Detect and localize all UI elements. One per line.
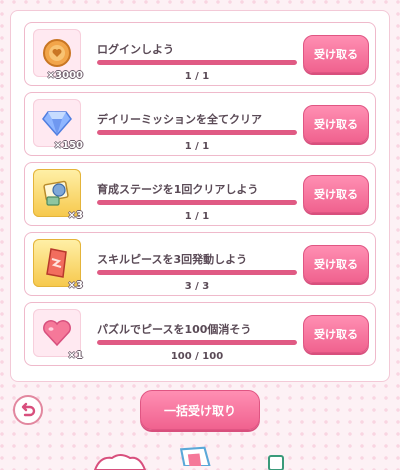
mission-row: ×3 スキルピースを3回発動しよう 3 / 3 受け取る (24, 232, 376, 296)
progress-bar (97, 60, 297, 65)
heart-icon (43, 320, 71, 347)
progress-text: 100 / 100 (170, 351, 224, 362)
reward-icon-box: ×150 (33, 99, 83, 151)
mission-title: パズルでピースを100個消そう (97, 323, 252, 336)
progress-bar (97, 340, 297, 345)
back-arrow-icon (21, 402, 36, 417)
claim-button[interactable]: 受け取る (303, 105, 369, 143)
mission-title: 育成ステージを1回クリアしよう (97, 183, 259, 196)
mission-row: ×3000 ログインしよう 1 / 1 受け取る (24, 22, 376, 86)
claim-button[interactable]: 受け取る (303, 35, 369, 73)
bottom-nav-icon[interactable] (266, 450, 286, 470)
reward-quantity: ×3 (67, 280, 83, 291)
claim-button[interactable]: 受け取る (303, 245, 369, 283)
mission-row: ×150 デイリーミッションを全てクリア 1 / 1 受け取る (24, 92, 376, 156)
mission-title: デイリーミッションを全てクリア (97, 113, 262, 126)
bottom-nav-icon[interactable] (172, 446, 222, 466)
reward-quantity: ×1 (67, 350, 83, 361)
mission-title: スキルピースを3回発動しよう (97, 253, 248, 266)
reward-icon-box: ×3 (33, 239, 83, 291)
coin-icon (43, 39, 71, 67)
reward-icon-box: ×1 (33, 309, 83, 361)
progress-text: 1 / 1 (184, 71, 210, 82)
training-ticket-icon (43, 180, 69, 206)
reward-quantity: ×150 (53, 140, 83, 151)
reward-quantity: ×3000 (46, 70, 83, 81)
progress-text: 1 / 1 (184, 141, 210, 152)
progress-text: 1 / 1 (184, 211, 210, 222)
mission-title: ログインしよう (97, 43, 174, 56)
mission-row: ×1 パズルでピースを100個消そう 100 / 100 受け取る (24, 302, 376, 366)
bulk-claim-button[interactable]: 一括受け取り (140, 390, 260, 430)
reward-icon-box: ×3000 (33, 29, 83, 81)
claim-button[interactable]: 受け取る (303, 175, 369, 213)
bottom-nav-icon[interactable] (90, 450, 150, 470)
skill-ticket-icon (46, 248, 67, 278)
claim-button[interactable]: 受け取る (303, 315, 369, 353)
progress-bar (97, 130, 297, 135)
diamond-icon (42, 111, 72, 136)
progress-bar (97, 200, 297, 205)
progress-text: 3 / 3 (184, 281, 210, 292)
mission-row: ×3 育成ステージを1回クリアしよう 1 / 1 受け取る (24, 162, 376, 226)
reward-quantity: ×3 (67, 210, 83, 221)
reward-icon-box: ×3 (33, 169, 83, 221)
back-button[interactable] (13, 395, 43, 425)
progress-bar (97, 270, 297, 275)
